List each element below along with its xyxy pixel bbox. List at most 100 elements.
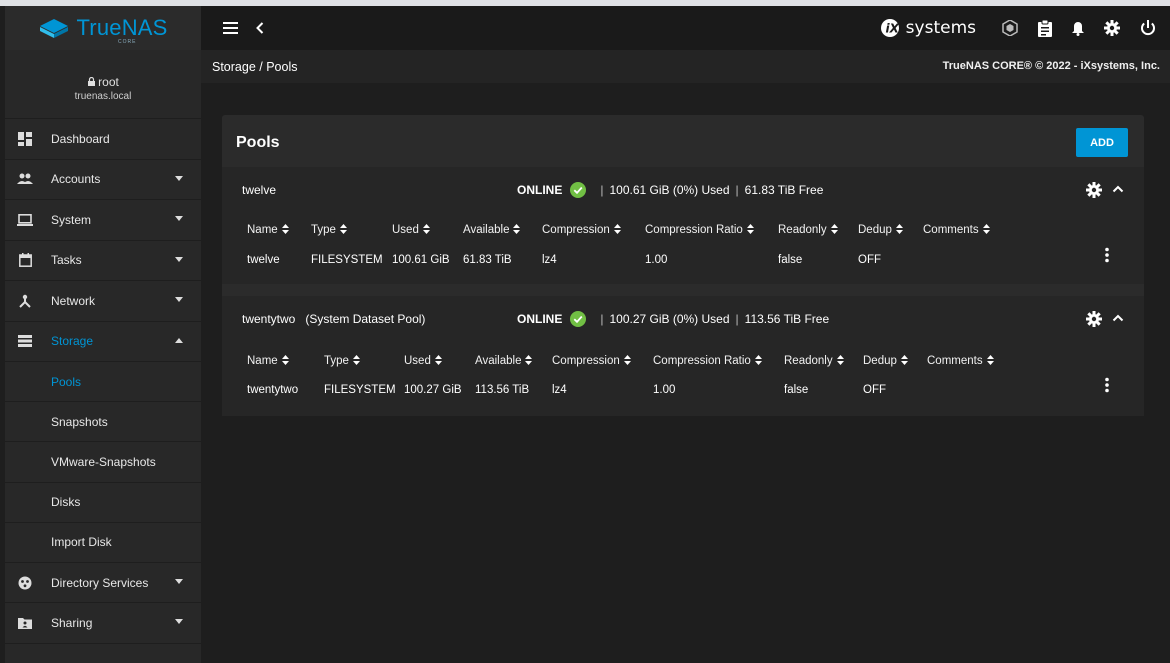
column-header-type[interactable]: Type [324,354,360,367]
column-header-comments[interactable]: Comments [923,223,990,236]
sort-icon [513,224,521,234]
pool-used-summary: 100.27 GiB (0%) Used [609,312,730,326]
cell-type: FILESYSTEM [311,254,383,266]
column-header-comments[interactable]: Comments [927,354,994,367]
sidebar-item-dashboard[interactable]: Dashboard [5,119,201,160]
ixsystems-logo-icon: iX [880,19,899,37]
column-header-name[interactable]: Name [247,223,289,236]
truenas-logo-icon [40,19,69,38]
sidebar-subitem-vmware-snapshots[interactable]: VMware-Snapshots [5,442,201,483]
pool-used-summary: 100.61 GiB (0%) Used [609,183,730,197]
sidebar-item-storage[interactable]: Storage [5,322,201,362]
column-header-readonly[interactable]: Readonly [778,223,838,236]
truecommand-icon[interactable] [1002,20,1018,36]
settings-gear-icon[interactable] [1104,20,1120,36]
pool-status-online: ONLINE [517,312,563,326]
brand-edition: CORE [118,39,137,45]
sidebar-item-sharing[interactable]: Sharing [5,603,201,644]
breadcrumb: Storage / Pools [212,59,298,74]
status-separator: | [735,312,739,326]
column-header-used[interactable]: Used [392,223,430,236]
column-header-dedup[interactable]: Dedup [858,223,903,236]
notifications-bell-icon[interactable] [1072,21,1084,36]
column-header-compression-ratio[interactable]: Compression Ratio [645,223,754,236]
pool-name: twentytwo (System Dataset Pool) [242,312,426,326]
accounts-icon [17,171,33,187]
pool-status-online: ONLINE [517,183,563,197]
sidebar-item-system[interactable]: System [5,200,201,241]
sidebar-subitem-snapshots[interactable]: Snapshots [5,402,201,443]
sort-icon [900,355,908,365]
menu-toggle-icon[interactable] [223,22,238,34]
add-pool-button[interactable]: ADD [1076,128,1128,157]
sidebar-subitem-import-disk[interactable]: Import Disk [5,523,201,563]
column-header-name[interactable]: Name [247,354,289,367]
column-header-dedup[interactable]: Dedup [863,354,908,367]
sidebar-subitem-disks[interactable]: Disks [5,483,201,523]
sort-icon [982,224,990,234]
chevron-up-icon[interactable] [1112,184,1124,194]
sort-icon [623,355,631,365]
cell-available: 61.83 TiB [463,254,512,266]
tasks-icon [17,252,33,268]
user-name: root [5,75,201,89]
column-header-available[interactable]: Available [463,223,521,236]
sort-icon [281,355,289,365]
svg-text:iX: iX [885,22,899,36]
column-header-used[interactable]: Used [404,354,442,367]
pool-actions-gear-icon[interactable] [1086,182,1102,198]
sidebar-item-accounts[interactable]: Accounts [5,160,201,200]
sidebar-item-tasks[interactable]: Tasks [5,241,201,281]
more-vert-icon[interactable] [1102,247,1112,263]
sharing-icon [17,615,33,631]
cell-readonly: false [778,254,803,266]
pool-header: twentytwo (System Dataset Pool) ONLINE |… [222,296,1144,341]
copyright-text: TrueNAS CORE® © 2022 - iXsystems, Inc. [942,60,1160,72]
status-separator: | [735,183,739,197]
user-host: truenas.local [74,91,132,102]
column-header-available[interactable]: Available [475,354,533,367]
pool-panel-twelve: twelve ONLINE | 100.61 GiB (0%) Used | 6… [222,167,1144,284]
sort-icon [895,224,903,234]
cell-available: 113.56 TiB [475,384,530,396]
column-header-compression-ratio[interactable]: Compression Ratio [653,354,762,367]
cell-compression: lz4 [542,254,557,266]
sidebar-item-network[interactable]: Network [5,281,201,322]
power-icon[interactable] [1140,20,1156,36]
sort-icon [339,224,347,234]
cell-compression: lz4 [552,384,567,396]
top-toolbar: iX systems [201,6,1170,50]
more-vert-icon[interactable] [1102,377,1112,393]
chevron-down-icon [175,256,183,262]
chevron-down-icon [175,619,183,625]
dashboard-icon [17,131,33,147]
ixsystems-logo[interactable]: iX systems [880,18,976,38]
pool-status: ONLINE | 100.61 GiB (0%) Used | 61.83 Ti… [517,182,823,198]
sort-icon [754,355,762,365]
cell-dedup: OFF [863,384,886,396]
breadcrumb-bar: Storage / Pools TrueNAS CORE® © 2022 - i… [201,50,1170,83]
chevron-down-icon [175,175,183,181]
pool-status: ONLINE | 100.27 GiB (0%) Used | 113.56 T… [517,311,829,327]
lock-icon [88,77,96,86]
brand-logo[interactable]: TrueNAS CORE [5,6,201,50]
chevron-down-icon [175,578,183,584]
sort-icon [525,355,533,365]
task-manager-icon[interactable] [1038,19,1052,37]
pool-header: twelve ONLINE | 100.61 GiB (0%) Used | 6… [222,167,1144,212]
sort-icon [613,224,621,234]
pool-free-summary: 113.56 TiB Free [744,312,830,326]
sidebar: TrueNAS CORE root truenas.local Dashboar… [5,6,201,663]
check-circle-icon [570,311,587,327]
chevron-down-icon [175,297,183,302]
column-header-compression[interactable]: Compression [552,354,631,367]
column-header-readonly[interactable]: Readonly [784,354,844,367]
sidebar-subitem-pools[interactable]: Pools [5,362,201,403]
column-header-compression[interactable]: Compression [542,223,621,236]
cell-compression-ratio: 1.00 [653,384,676,396]
pool-actions-gear-icon[interactable] [1086,311,1102,327]
sidebar-item-directory-services[interactable]: Directory Services [5,563,201,604]
column-header-type[interactable]: Type [311,223,347,236]
collapse-sidebar-icon[interactable] [256,22,264,34]
chevron-up-icon[interactable] [1112,313,1124,323]
